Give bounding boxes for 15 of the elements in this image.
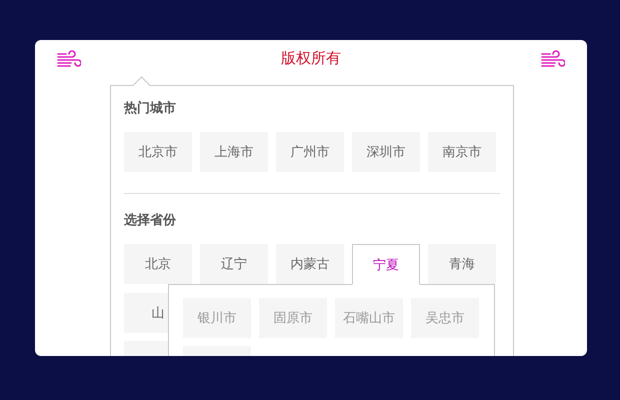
- section-heading: 选择省份: [124, 212, 177, 230]
- province-tab[interactable]: 宁夏: [352, 244, 420, 285]
- province-tab[interactable]: 内蒙古: [276, 244, 344, 284]
- province-tab[interactable]: 青海: [428, 244, 496, 284]
- header-title: 版权所有: [281, 48, 341, 68]
- city-chip[interactable]: 上海市: [200, 132, 268, 172]
- province-tab[interactable]: 北京: [124, 244, 192, 284]
- city-chip[interactable]: 深圳市: [352, 132, 420, 172]
- city-chip[interactable]: 广州市: [276, 132, 344, 172]
- wind-icon: [541, 48, 565, 68]
- province-tab[interactable]: 辽宁: [200, 244, 268, 284]
- city-chip[interactable]: 南京市: [428, 132, 496, 172]
- section-heading: 热门城市: [124, 100, 177, 118]
- city-chip[interactable]: 北京市: [124, 132, 192, 172]
- wind-icon: [57, 48, 81, 68]
